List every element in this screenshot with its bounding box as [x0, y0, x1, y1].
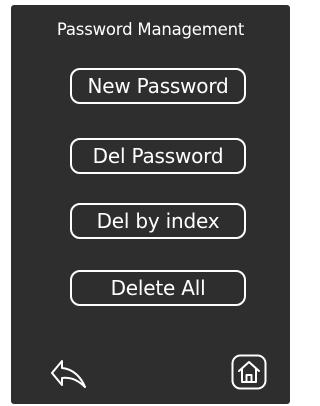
back-arrow-icon [51, 360, 86, 388]
page-title: Password Management [56, 20, 245, 39]
back-button[interactable] [50, 358, 88, 388]
delete-all-button[interactable]: Delete All [70, 270, 246, 306]
del-by-index-button[interactable]: Del by index [70, 203, 246, 239]
home-button[interactable] [231, 354, 267, 390]
home-icon [231, 354, 267, 390]
password-management-screen: Password Management New Password Del Pas… [11, 5, 290, 404]
del-password-button[interactable]: Del Password [70, 138, 246, 174]
new-password-button[interactable]: New Password [70, 68, 246, 104]
